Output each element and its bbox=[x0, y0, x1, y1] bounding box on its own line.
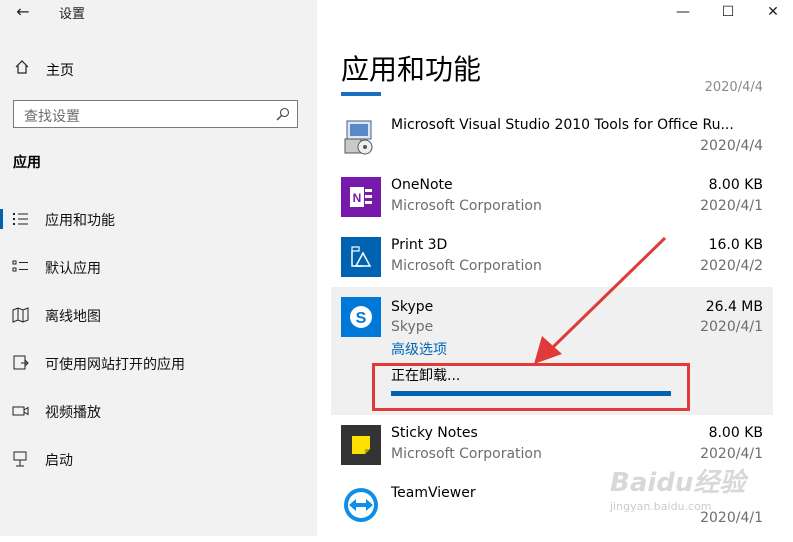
app-name: OneNote bbox=[391, 177, 453, 193]
video-playback-icon bbox=[12, 406, 29, 416]
arrow-left-icon: ← bbox=[16, 2, 30, 21]
app-list-item[interactable]: N OneNote Microsoft Corporation 8.00 KB … bbox=[331, 172, 773, 234]
sidebar-item-label: 启动 bbox=[45, 453, 73, 469]
print3d-icon bbox=[341, 237, 381, 277]
close-icon: ✕ bbox=[767, 4, 779, 20]
app-date: 2020/4/4 bbox=[700, 138, 763, 154]
app-name: TeamViewer bbox=[391, 485, 476, 501]
sidebar-item-video-playback[interactable]: 视频播放 bbox=[0, 393, 317, 429]
app-size: 8.00 KB bbox=[708, 425, 763, 441]
app-name: Sticky Notes bbox=[391, 425, 478, 441]
back-button[interactable]: ← bbox=[10, 0, 36, 24]
search-icon bbox=[276, 107, 290, 121]
skype-icon: S bbox=[341, 297, 381, 337]
app-list-item[interactable]: Microsoft Visual Studio 2010 Tools for O… bbox=[331, 112, 773, 174]
sidebar-item-default-apps[interactable]: 默认应用 bbox=[0, 249, 317, 285]
apps-for-websites-icon bbox=[13, 355, 29, 370]
app-list-item-partial[interactable]: 2020/4/4 bbox=[331, 80, 773, 96]
app-date: 2020/4/4 bbox=[704, 80, 763, 95]
sticky-notes-icon bbox=[341, 425, 381, 465]
app-name: Skype bbox=[391, 299, 434, 315]
svg-text:S: S bbox=[356, 310, 367, 327]
startup-icon bbox=[13, 451, 27, 467]
app-size: 26.4 MB bbox=[705, 299, 763, 315]
app-date: 2020/4/1 bbox=[700, 446, 763, 462]
uninstall-status: 正在卸载... bbox=[391, 368, 461, 384]
sidebar-item-label: 默认应用 bbox=[45, 261, 101, 277]
app-icon-partial bbox=[341, 92, 381, 96]
search-placeholder: 查找设置 bbox=[24, 109, 80, 125]
offline-maps-icon bbox=[12, 307, 29, 323]
watermark-url: jingyan.baidu.com bbox=[610, 500, 712, 513]
sidebar-item-label: 主页 bbox=[46, 63, 74, 79]
svg-text:N: N bbox=[353, 191, 362, 205]
installer-icon bbox=[344, 120, 373, 155]
app-publisher: Microsoft Corporation bbox=[391, 198, 542, 214]
minimize-icon: — bbox=[676, 4, 690, 20]
app-date: 2020/4/2 bbox=[700, 258, 763, 274]
advanced-options-link[interactable]: 高级选项 bbox=[391, 339, 447, 359]
sidebar-item-label: 离线地图 bbox=[45, 309, 101, 325]
section-title: 应用 bbox=[13, 155, 41, 171]
sidebar-item-label: 可使用网站打开的应用 bbox=[45, 357, 185, 373]
app-name: Microsoft Visual Studio 2010 Tools for O… bbox=[391, 117, 734, 133]
app-publisher: Microsoft Corporation bbox=[391, 446, 542, 462]
app-list-item-selected[interactable]: S Skype Skype 26.4 MB 2020/4/1 高级选项 正在卸载… bbox=[331, 287, 773, 415]
default-apps-icon bbox=[12, 260, 28, 272]
maximize-button[interactable]: ☐ bbox=[705, 0, 751, 24]
teamviewer-icon bbox=[341, 485, 381, 525]
app-publisher: Skype bbox=[391, 319, 434, 335]
maximize-icon: ☐ bbox=[721, 4, 735, 20]
sidebar-item-home[interactable]: 主页 bbox=[0, 54, 317, 84]
app-name: Print 3D bbox=[391, 237, 448, 253]
sidebar-item-offline-maps[interactable]: 离线地图 bbox=[0, 297, 317, 333]
progress-fill bbox=[391, 391, 671, 396]
close-button[interactable]: ✕ bbox=[750, 0, 793, 24]
apps-features-icon bbox=[13, 213, 28, 225]
home-icon bbox=[15, 60, 29, 74]
sidebar-item-label: 应用和功能 bbox=[45, 213, 115, 229]
window-title: 设置 bbox=[59, 7, 86, 22]
app-list-item[interactable]: Print 3D Microsoft Corporation 16.0 KB 2… bbox=[331, 232, 773, 294]
watermark-logo: Baidu经验 bbox=[610, 468, 746, 498]
search-input[interactable]: 查找设置 bbox=[13, 100, 298, 128]
sidebar-item-apps-features[interactable]: 应用和功能 bbox=[0, 201, 317, 237]
sidebar-item-apps-for-websites[interactable]: 可使用网站打开的应用 bbox=[0, 345, 317, 381]
app-date: 2020/4/1 bbox=[700, 198, 763, 214]
onenote-icon: N bbox=[341, 177, 381, 217]
app-date: 2020/4/1 bbox=[700, 319, 763, 335]
app-size: 16.0 KB bbox=[708, 237, 763, 253]
uninstall-progress-bar bbox=[391, 391, 671, 396]
app-publisher: Microsoft Corporation bbox=[391, 258, 542, 274]
app-size: 8.00 KB bbox=[708, 177, 763, 193]
sidebar-item-startup[interactable]: 启动 bbox=[0, 441, 317, 477]
minimize-button[interactable]: — bbox=[660, 0, 706, 24]
sidebar-item-label: 视频播放 bbox=[45, 405, 101, 421]
settings-sidebar: ← 设置 主页 查找设置 应用 应用和功能 默认应用 离线地图 可使用网站打开的… bbox=[0, 0, 317, 536]
